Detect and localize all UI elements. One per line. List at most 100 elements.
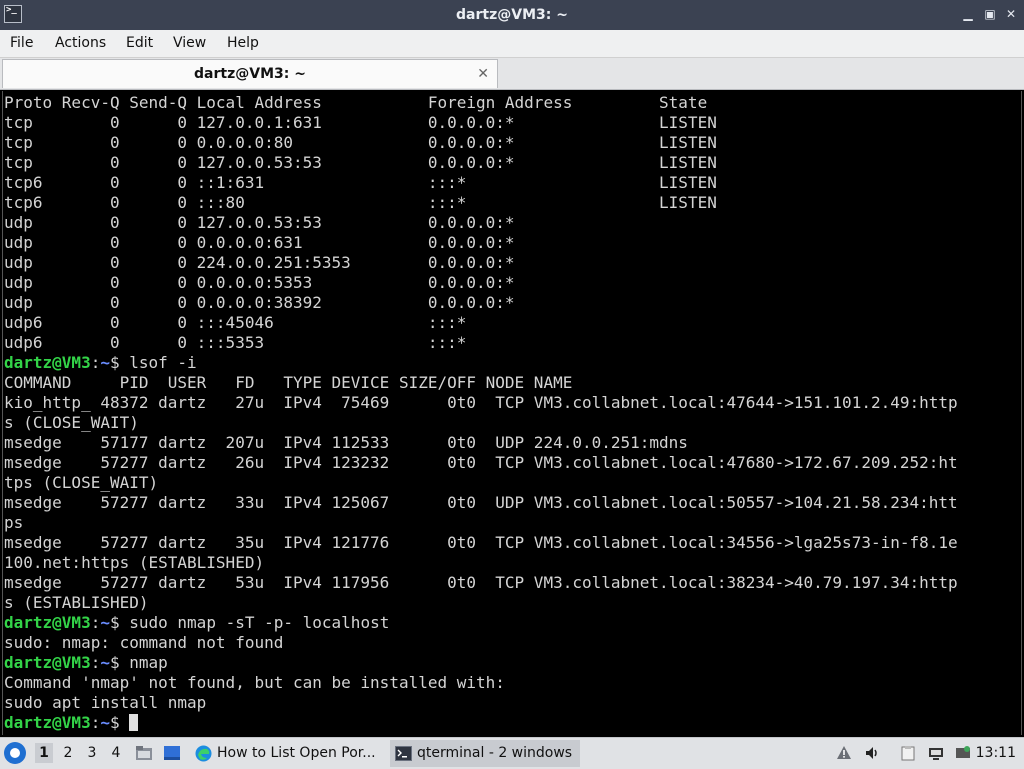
task-terminal[interactable]: qterminal - 2 windows: [390, 740, 580, 767]
terminal-line: udp6 0 0 :::5353 :::*: [4, 333, 958, 353]
desktop-4-button[interactable]: 4: [107, 743, 125, 763]
terminal-text: tcp6 0 0 :::80 :::* LISTEN: [4, 193, 717, 212]
edge-browser-icon: [195, 745, 212, 762]
terminal-line: dartz@VM3:~$: [4, 713, 958, 733]
terminal-line: udp 0 0 0.0.0.0:5353 0.0.0.0:*: [4, 273, 958, 293]
terminal-icon: [395, 746, 412, 761]
show-desktop-icon[interactable]: [163, 744, 181, 762]
terminal-line: tcp6 0 0 :::80 :::* LISTEN: [4, 193, 958, 213]
terminal-text: msedge 57177 dartz 207u IPv4 112533 0t0 …: [4, 433, 688, 452]
terminal-text: s (ESTABLISHED): [4, 593, 149, 612]
terminal-text: Proto Recv-Q Send-Q Local Address Foreig…: [4, 93, 708, 112]
network-icon[interactable]: [928, 745, 944, 761]
prompt-path: ~: [100, 613, 110, 632]
tab-label: dartz@VM3: ~: [194, 66, 306, 82]
terminal-line: s (CLOSE_WAIT): [4, 413, 958, 433]
clipboard-icon[interactable]: [900, 745, 916, 761]
menu-view[interactable]: View: [173, 30, 206, 57]
terminal-line: Command 'nmap' not found, but can be ins…: [4, 673, 958, 693]
terminal-line: msedge 57277 dartz 35u IPv4 121776 0t0 T…: [4, 533, 958, 553]
terminal-text: tcp 0 0 127.0.0.1:631 0.0.0.0:* LISTEN: [4, 113, 717, 132]
terminal-text: tcp 0 0 0.0.0.0:80 0.0.0.0:* LISTEN: [4, 133, 717, 152]
terminal-text: msedge 57277 dartz 35u IPv4 121776 0t0 T…: [4, 533, 958, 552]
terminal-line: ps: [4, 513, 958, 533]
menu-help[interactable]: Help: [227, 30, 259, 57]
terminal-line: msedge 57277 dartz 33u IPv4 125067 0t0 U…: [4, 493, 958, 513]
terminal-line: udp 0 0 0.0.0.0:38392 0.0.0.0:*: [4, 293, 958, 313]
terminal-text: $ sudo nmap -sT -p- localhost: [109, 613, 390, 632]
start-menu-icon[interactable]: [4, 742, 26, 764]
tab-close-icon[interactable]: ✕: [477, 66, 489, 82]
terminal-text: :: [90, 613, 101, 632]
prompt-path: ~: [100, 353, 110, 372]
terminal-line: dartz@VM3:~$ nmap: [4, 653, 958, 673]
terminal-line: tcp 0 0 127.0.0.53:53 0.0.0.0:* LISTEN: [4, 153, 958, 173]
terminal-text: :: [90, 353, 101, 372]
task-browser-label: How to List Open Por...: [217, 745, 376, 761]
tab-terminal[interactable]: dartz@VM3: ~ ✕: [2, 59, 498, 88]
menubar: File Actions Edit View Help: [0, 30, 1024, 58]
terminal-line: tcp 0 0 0.0.0.0:80 0.0.0.0:* LISTEN: [4, 133, 958, 153]
terminal-text: $ lsof -i: [109, 353, 197, 372]
terminal-text: udp 0 0 127.0.0.53:53 0.0.0.0:*: [4, 213, 515, 232]
taskbar: 1 2 3 4 How to List Open Por... qtermina…: [0, 737, 1024, 769]
tab-bar: dartz@VM3: ~ ✕: [0, 58, 1024, 90]
terminal-text: udp 0 0 0.0.0.0:5353 0.0.0.0:*: [4, 273, 515, 292]
terminal-text: tcp6 0 0 ::1:631 :::* LISTEN: [4, 173, 717, 192]
terminal-line: dartz@VM3:~$ lsof -i: [4, 353, 958, 373]
close-icon[interactable]: ✕: [1004, 6, 1018, 22]
terminal-text: sudo apt install nmap: [4, 693, 207, 712]
terminal-text: 100.net:https (ESTABLISHED): [4, 553, 265, 572]
desktop-3-button[interactable]: 3: [83, 743, 101, 763]
terminal-text: $: [109, 713, 130, 732]
terminal-line: tcp6 0 0 ::1:631 :::* LISTEN: [4, 173, 958, 193]
warning-icon[interactable]: [836, 745, 852, 761]
terminal-line: dartz@VM3:~$ sudo nmap -sT -p- localhost: [4, 613, 958, 633]
window-titlebar[interactable]: dartz@VM3: ~ ▁ ▣ ✕: [0, 0, 1024, 30]
terminal-text: tps (CLOSE_WAIT): [4, 473, 159, 492]
terminal-line: COMMAND PID USER FD TYPE DEVICE SIZE/OFF…: [4, 373, 958, 393]
terminal-line: tcp 0 0 127.0.0.1:631 0.0.0.0:* LISTEN: [4, 113, 958, 133]
terminal-output[interactable]: Proto Recv-Q Send-Q Local Address Foreig…: [2, 91, 1022, 735]
text-cursor: [129, 714, 139, 731]
terminal-text: kio_http_ 48372 dartz 27u IPv4 75469 0t0…: [4, 393, 958, 412]
terminal-line: udp 0 0 0.0.0.0:631 0.0.0.0:*: [4, 233, 958, 253]
terminal-text: Command 'nmap' not found, but can be ins…: [4, 673, 505, 692]
terminal-text: ps: [4, 513, 24, 532]
terminal-line: udp6 0 0 :::45046 :::*: [4, 313, 958, 333]
task-terminal-label: qterminal - 2 windows: [417, 745, 573, 761]
terminal-line: msedge 57177 dartz 207u IPv4 112533 0t0 …: [4, 433, 958, 453]
terminal-line: Proto Recv-Q Send-Q Local Address Foreig…: [4, 93, 958, 113]
desktop-1-button[interactable]: 1: [35, 743, 53, 763]
update-notifier-icon[interactable]: [955, 745, 971, 761]
menu-file[interactable]: File: [10, 30, 33, 57]
file-manager-icon[interactable]: [135, 744, 153, 762]
prompt-path: ~: [100, 713, 110, 732]
minimize-icon[interactable]: ▁: [961, 6, 975, 22]
terminal-line: kio_http_ 48372 dartz 27u IPv4 75469 0t0…: [4, 393, 958, 413]
task-browser[interactable]: How to List Open Por...: [190, 740, 386, 767]
terminal-line: msedge 57277 dartz 26u IPv4 123232 0t0 T…: [4, 453, 958, 473]
terminal-line: sudo: nmap: command not found: [4, 633, 958, 653]
terminal-text: tcp 0 0 127.0.0.53:53 0.0.0.0:* LISTEN: [4, 153, 717, 172]
maximize-icon[interactable]: ▣: [983, 6, 997, 22]
terminal-line: udp 0 0 127.0.0.53:53 0.0.0.0:*: [4, 213, 958, 233]
terminal-text: msedge 57277 dartz 33u IPv4 125067 0t0 U…: [4, 493, 958, 512]
terminal-text: :: [90, 713, 101, 732]
volume-icon[interactable]: [864, 745, 880, 761]
terminal-line: msedge 57277 dartz 53u IPv4 117956 0t0 T…: [4, 573, 958, 593]
clock[interactable]: 13:11: [976, 738, 1016, 769]
desktop-2-button[interactable]: 2: [59, 743, 77, 763]
terminal-text: msedge 57277 dartz 53u IPv4 117956 0t0 T…: [4, 573, 958, 592]
prompt-user-host: dartz@VM3: [4, 353, 91, 372]
menu-edit[interactable]: Edit: [126, 30, 153, 57]
terminal-text: msedge 57277 dartz 26u IPv4 123232 0t0 T…: [4, 453, 958, 472]
terminal-text: :: [90, 653, 101, 672]
menu-actions[interactable]: Actions: [55, 30, 106, 57]
terminal-line: udp 0 0 224.0.0.251:5353 0.0.0.0:*: [4, 253, 958, 273]
terminal-line: sudo apt install nmap: [4, 693, 958, 713]
terminal-text: udp 0 0 0.0.0.0:38392 0.0.0.0:*: [4, 293, 515, 312]
terminal-text: udp6 0 0 :::5353 :::*: [4, 333, 467, 352]
terminal-text: udp 0 0 0.0.0.0:631 0.0.0.0:*: [4, 233, 515, 252]
terminal-text: $ nmap: [109, 653, 168, 672]
